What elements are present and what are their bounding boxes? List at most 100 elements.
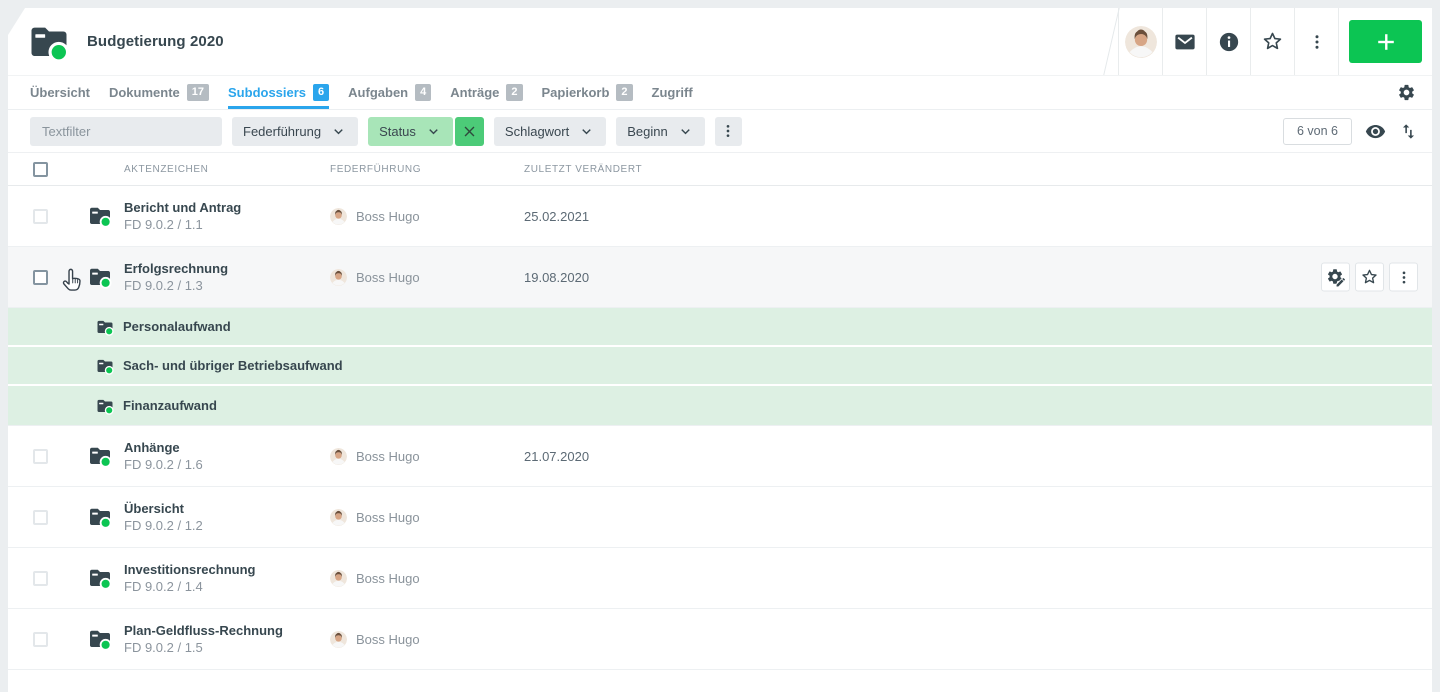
tab-label: Übersicht — [30, 85, 90, 100]
visibility-button[interactable] — [1365, 121, 1386, 142]
row-modified: 21.07.2020 — [524, 449, 1432, 464]
info-icon — [1218, 31, 1240, 53]
close-icon — [461, 123, 478, 140]
tab-label: Papierkorb — [542, 85, 610, 100]
tab-zugriff[interactable]: Zugriff — [652, 76, 693, 109]
subdossier-folder-icon — [88, 265, 112, 289]
row-checkbox[interactable] — [33, 209, 48, 224]
edit-gear-icon — [1326, 267, 1346, 287]
subrow-title: Sach- und übriger Betriebsaufwand — [123, 358, 343, 373]
table-row[interactable]: Übersicht FD 9.0.2 / 1.2 Boss Hugo — [8, 487, 1432, 548]
list-settings-button[interactable] — [1397, 83, 1416, 102]
row-checkbox[interactable] — [33, 632, 48, 647]
header-actions — [1111, 8, 1432, 75]
row-lead: Boss Hugo — [356, 449, 420, 464]
avatar — [330, 269, 347, 286]
tab-badge: 2 — [506, 84, 522, 101]
text-filter-input[interactable] — [30, 117, 222, 146]
tab-dokumente[interactable]: Dokumente17 — [109, 76, 209, 109]
row-more-button[interactable] — [1389, 263, 1418, 292]
tab-antraege[interactable]: Anträge2 — [450, 76, 522, 109]
row-reference: FD 9.0.2 / 1.5 — [124, 640, 330, 655]
kebab-menu-icon — [1396, 269, 1412, 285]
tab-papierkorb[interactable]: Papierkorb2 — [542, 76, 633, 109]
row-checkbox[interactable] — [33, 449, 48, 464]
tab-uebersicht[interactable]: Übersicht — [30, 76, 90, 109]
avatar — [330, 509, 347, 526]
tab-label: Aufgaben — [348, 85, 408, 100]
tab-aufgaben[interactable]: Aufgaben 4 — [348, 76, 431, 109]
eye-icon — [1365, 121, 1386, 142]
avatar — [330, 448, 347, 465]
user-avatar — [1125, 26, 1157, 58]
filter-federfuehrung[interactable]: Federführung — [232, 117, 358, 146]
tab-badge: 4 — [415, 84, 431, 101]
avatar — [330, 208, 347, 225]
mail-button[interactable] — [1162, 8, 1206, 75]
table-row[interactable]: Bericht und Antrag FD 9.0.2 / 1.1 Boss H… — [8, 186, 1432, 247]
filter-schlagwort[interactable]: Schlagwort — [494, 117, 606, 146]
sort-button[interactable] — [1399, 122, 1418, 141]
row-checkbox[interactable] — [33, 270, 48, 285]
table-row[interactable]: Anhänge FD 9.0.2 / 1.6 Boss Hugo 21.07.2… — [8, 426, 1432, 487]
corner-slant-decoration — [8, 8, 25, 35]
row-title: Erfolgsrechnung — [124, 261, 330, 276]
filter-label: Schlagwort — [505, 124, 569, 139]
table-row[interactable]: Plan-Geldfluss-Rechnung FD 9.0.2 / 1.5 B… — [8, 609, 1432, 670]
header: Budgetierung 2020 — [8, 8, 1432, 76]
dossier-folder-icon — [28, 21, 70, 63]
filter-beginn[interactable]: Beginn — [616, 117, 704, 146]
mail-icon — [1174, 31, 1196, 53]
tab-label: Zugriff — [652, 85, 693, 100]
expanded-subrow[interactable]: Personalaufwand — [8, 308, 1432, 347]
row-checkbox[interactable] — [33, 571, 48, 586]
filter-status-group: Status — [368, 117, 484, 146]
filter-status-clear-button[interactable] — [455, 117, 484, 146]
tab-badge: 6 — [313, 84, 329, 101]
row-title: Anhänge — [124, 440, 330, 455]
page-title: Budgetierung 2020 — [87, 33, 224, 50]
expanded-subrow[interactable]: Sach- und übriger Betriebsaufwand — [8, 347, 1432, 386]
tab-subdossiers[interactable]: Subdossiers6 — [228, 76, 329, 109]
sort-arrows-icon — [1399, 122, 1418, 141]
filter-bar: Federführung Status Schlagwort Beginn 6 … — [8, 110, 1432, 152]
star-icon — [1261, 30, 1284, 53]
column-zuletzt-veraendert: ZULETZT VERÄNDERT — [524, 164, 1432, 175]
row-lead: Boss Hugo — [356, 270, 420, 285]
row-reference: FD 9.0.2 / 1.1 — [124, 217, 330, 232]
chevron-down-icon — [425, 123, 442, 140]
select-all-checkbox[interactable] — [33, 162, 48, 177]
edit-metadata-button[interactable] — [1321, 263, 1350, 292]
row-title: Bericht und Antrag — [124, 200, 330, 215]
more-filters-button[interactable] — [715, 117, 742, 146]
more-actions-button[interactable] — [1294, 8, 1338, 75]
info-button[interactable] — [1206, 8, 1250, 75]
row-title: Investitionsrechnung — [124, 562, 330, 577]
add-zone — [1338, 8, 1432, 75]
row-hover-actions — [1321, 263, 1418, 292]
subrow-title: Personalaufwand — [123, 319, 231, 334]
filter-status[interactable]: Status — [368, 117, 453, 146]
subdossier-folder-icon — [88, 444, 112, 468]
chevron-down-icon — [677, 123, 694, 140]
filter-label: Status — [379, 124, 416, 139]
avatar — [330, 631, 347, 648]
favorite-button[interactable] — [1250, 8, 1294, 75]
row-modified: 25.02.2021 — [524, 209, 1432, 224]
row-checkbox[interactable] — [33, 510, 48, 525]
subdossier-folder-icon — [88, 505, 112, 529]
expanded-subrow[interactable]: Finanzaufwand — [8, 386, 1432, 426]
table-row[interactable]: Investitionsrechnung FD 9.0.2 / 1.4 Boss… — [8, 548, 1432, 609]
add-button[interactable] — [1349, 20, 1422, 63]
table-row[interactable]: Erfolgsrechnung FD 9.0.2 / 1.3 Boss Hugo… — [8, 247, 1432, 308]
row-lead: Boss Hugo — [356, 571, 420, 586]
user-avatar-button[interactable] — [1118, 8, 1162, 75]
row-reference: FD 9.0.2 / 1.6 — [124, 457, 330, 472]
subrow-title: Finanzaufwand — [123, 398, 217, 413]
kebab-menu-icon — [1308, 33, 1326, 51]
subdossier-folder-icon — [96, 397, 114, 415]
mouse-cursor — [60, 268, 83, 295]
favorite-row-button[interactable] — [1355, 263, 1384, 292]
plus-icon — [1375, 31, 1397, 53]
row-lead: Boss Hugo — [356, 510, 420, 525]
